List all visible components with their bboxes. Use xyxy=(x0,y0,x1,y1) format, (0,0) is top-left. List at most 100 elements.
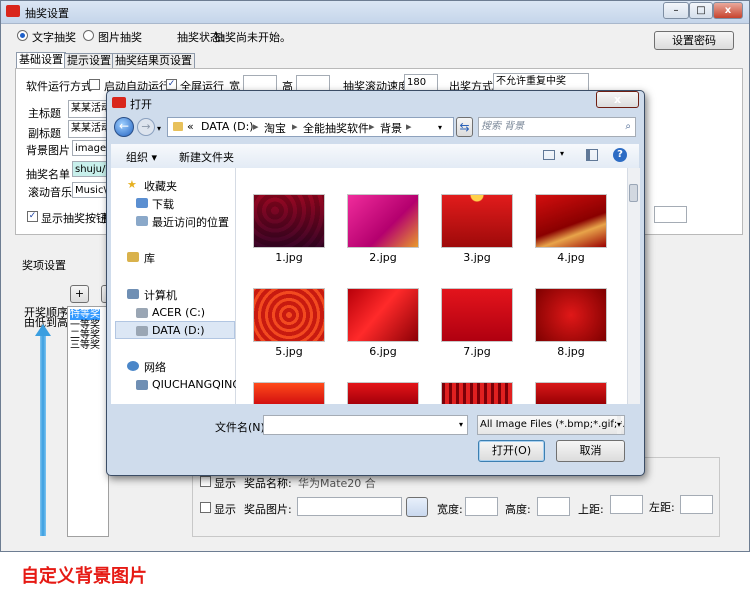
filename-input[interactable]: ▾ xyxy=(263,415,468,435)
thumbnail-image[interactable] xyxy=(535,288,607,342)
file-name[interactable]: 3.jpg xyxy=(432,251,522,264)
caption-text: 自定义背景图片 xyxy=(21,566,147,587)
prize-settings-title: 奖项设置 xyxy=(22,259,66,272)
thumbnail-image[interactable] xyxy=(535,194,607,248)
path-separator: ▸ xyxy=(292,120,298,133)
minimize-button[interactable]: – xyxy=(663,2,689,19)
thumbnail-image[interactable] xyxy=(253,288,325,342)
file-name[interactable]: 7.jpg xyxy=(432,345,522,358)
prize-image-input[interactable] xyxy=(297,497,402,516)
nav-network[interactable]: 网络 xyxy=(144,359,166,375)
file-list: 1.jpg 2.jpg 3.jpg 4.jpg 5.jpg 6.jpg 7.jp… xyxy=(236,168,627,404)
add-prize-button[interactable]: + xyxy=(70,285,89,303)
prize-list[interactable]: 特等奖 一等奖 二等奖 三等奖 xyxy=(67,306,109,537)
history-dropdown-icon[interactable]: ▾ xyxy=(157,124,161,133)
main-title-input[interactable]: 某某活动 xyxy=(68,100,108,118)
right-small-input[interactable] xyxy=(654,206,687,223)
set-password-button[interactable]: 设置密码 xyxy=(654,31,734,50)
thumbnail-image[interactable] xyxy=(253,194,325,248)
tab-basic[interactable]: 基础设置 xyxy=(16,52,66,69)
prize-item-selected[interactable]: 特等奖 xyxy=(70,309,100,320)
order-arrow-shaft xyxy=(40,334,46,536)
path-overflow[interactable]: « xyxy=(187,120,194,133)
close-button[interactable]: x xyxy=(713,2,743,19)
file-name[interactable]: 6.jpg xyxy=(338,345,428,358)
draw-mode-select[interactable]: 不允许重复中奖 xyxy=(493,73,589,91)
back-arrow-icon[interactable]: ← xyxy=(114,117,134,137)
thumbnail-image[interactable] xyxy=(347,382,419,404)
autostart-checkbox[interactable] xyxy=(89,79,100,90)
image-mode-radio[interactable] xyxy=(83,30,94,41)
preview-pane-icon[interactable] xyxy=(586,149,598,161)
open-button[interactable]: 打开(O) xyxy=(478,440,545,462)
thumbnail-image[interactable] xyxy=(441,382,513,404)
forward-arrow-icon[interactable]: → xyxy=(137,118,155,136)
nav-favorites[interactable]: 收藏夹 xyxy=(144,178,177,194)
cancel-button[interactable]: 取消 xyxy=(556,440,625,462)
file-list-scrollbar[interactable] xyxy=(627,168,640,404)
text-mode-radio[interactable] xyxy=(17,30,28,41)
show-image-checkbox[interactable] xyxy=(200,502,211,513)
search-icon[interactable]: ⌕ xyxy=(625,118,631,136)
path-segment[interactable]: 淘宝 xyxy=(264,120,286,136)
image-top-input[interactable] xyxy=(610,495,643,514)
app-icon xyxy=(6,5,20,17)
nav-computer[interactable]: 计算机 xyxy=(144,287,177,303)
show-button-checkbox[interactable]: ✓ xyxy=(27,211,38,222)
organize-button[interactable]: 组织 ▾ xyxy=(126,149,157,165)
show-name-checkbox[interactable] xyxy=(200,476,211,487)
maximize-button[interactable]: □ xyxy=(689,2,713,19)
search-input[interactable]: 搜索 背景 ⌕ xyxy=(478,117,636,137)
navigation-pane: ★ 收藏夹 下载 最近访问的位置 库 计算机 ACER (C:) DATA (D… xyxy=(111,168,245,404)
file-name[interactable]: 1.jpg xyxy=(244,251,334,264)
path-separator: ▸ xyxy=(369,120,375,133)
dialog-close-button[interactable]: x xyxy=(596,91,639,108)
scrollbar-thumb[interactable] xyxy=(629,184,638,202)
thumbnail-image[interactable] xyxy=(441,288,513,342)
thumbnail-image[interactable] xyxy=(441,194,513,248)
image-height-input[interactable] xyxy=(537,497,570,516)
help-icon[interactable]: ? xyxy=(613,148,627,162)
thumbnail-image[interactable] xyxy=(347,194,419,248)
path-segment[interactable]: 背景 xyxy=(380,120,402,136)
view-icon[interactable] xyxy=(543,150,555,160)
nav-drive-d[interactable]: DATA (D:) xyxy=(152,324,205,337)
new-folder-button[interactable]: 新建文件夹 xyxy=(179,149,234,165)
nav-network-host[interactable]: QIUCHANGQING- xyxy=(152,378,245,391)
path-segment[interactable]: 全能抽奖软件 xyxy=(303,120,369,136)
filename-dropdown-icon[interactable]: ▾ xyxy=(459,417,463,433)
address-bar[interactable]: « DATA (D:) ▸ 淘宝 ▸ 全能抽奖软件 ▸ 背景 ▸ ▾ xyxy=(167,117,454,137)
nav-drive-c[interactable]: ACER (C:) xyxy=(152,306,205,319)
browse-icon[interactable] xyxy=(406,497,428,517)
file-name[interactable]: 2.jpg xyxy=(338,251,428,264)
image-left-input[interactable] xyxy=(680,495,713,514)
list-label: 抽奖名单 xyxy=(26,168,70,181)
filetype-select[interactable]: All Image Files (*.bmp;*.gif;*. ▾ xyxy=(477,415,625,435)
nav-downloads[interactable]: 下载 xyxy=(152,196,174,212)
sub-title-input[interactable]: 某某活动 xyxy=(68,120,108,138)
thumbnail-image[interactable] xyxy=(535,382,607,404)
nav-recent[interactable]: 最近访问的位置 xyxy=(152,214,229,230)
tab-result-page[interactable]: 抽奖结果页设置 xyxy=(112,53,195,69)
tab-tips[interactable]: 提示设置 xyxy=(64,53,114,69)
path-segment[interactable]: DATA (D:) xyxy=(201,120,254,133)
arrow-up-icon xyxy=(35,324,51,336)
view-dropdown-icon[interactable]: ▾ xyxy=(560,149,564,158)
music-input[interactable]: Music\滚 xyxy=(72,182,108,198)
address-dropdown-icon[interactable]: ▾ xyxy=(438,123,442,132)
list-input[interactable]: shuju/ xyxy=(72,161,108,177)
file-name[interactable]: 4.jpg xyxy=(526,251,616,264)
prize-item[interactable]: 三等奖 xyxy=(70,340,100,351)
file-name[interactable]: 5.jpg xyxy=(244,345,334,358)
prize-name-value[interactable]: 华为Mate20 合 xyxy=(298,475,376,491)
fullscreen-checkbox[interactable]: ✓ xyxy=(166,79,177,90)
recent-places-icon xyxy=(136,216,148,226)
file-name[interactable]: 8.jpg xyxy=(526,345,616,358)
filetype-dropdown-icon[interactable]: ▾ xyxy=(616,416,621,434)
thumbnail-image[interactable] xyxy=(253,382,325,404)
thumbnail-image[interactable] xyxy=(347,288,419,342)
refresh-icon[interactable]: ⇆ xyxy=(456,117,473,137)
bg-image-input[interactable]: images\ xyxy=(72,140,108,156)
nav-libraries[interactable]: 库 xyxy=(144,250,155,266)
image-width-input[interactable] xyxy=(465,497,498,516)
